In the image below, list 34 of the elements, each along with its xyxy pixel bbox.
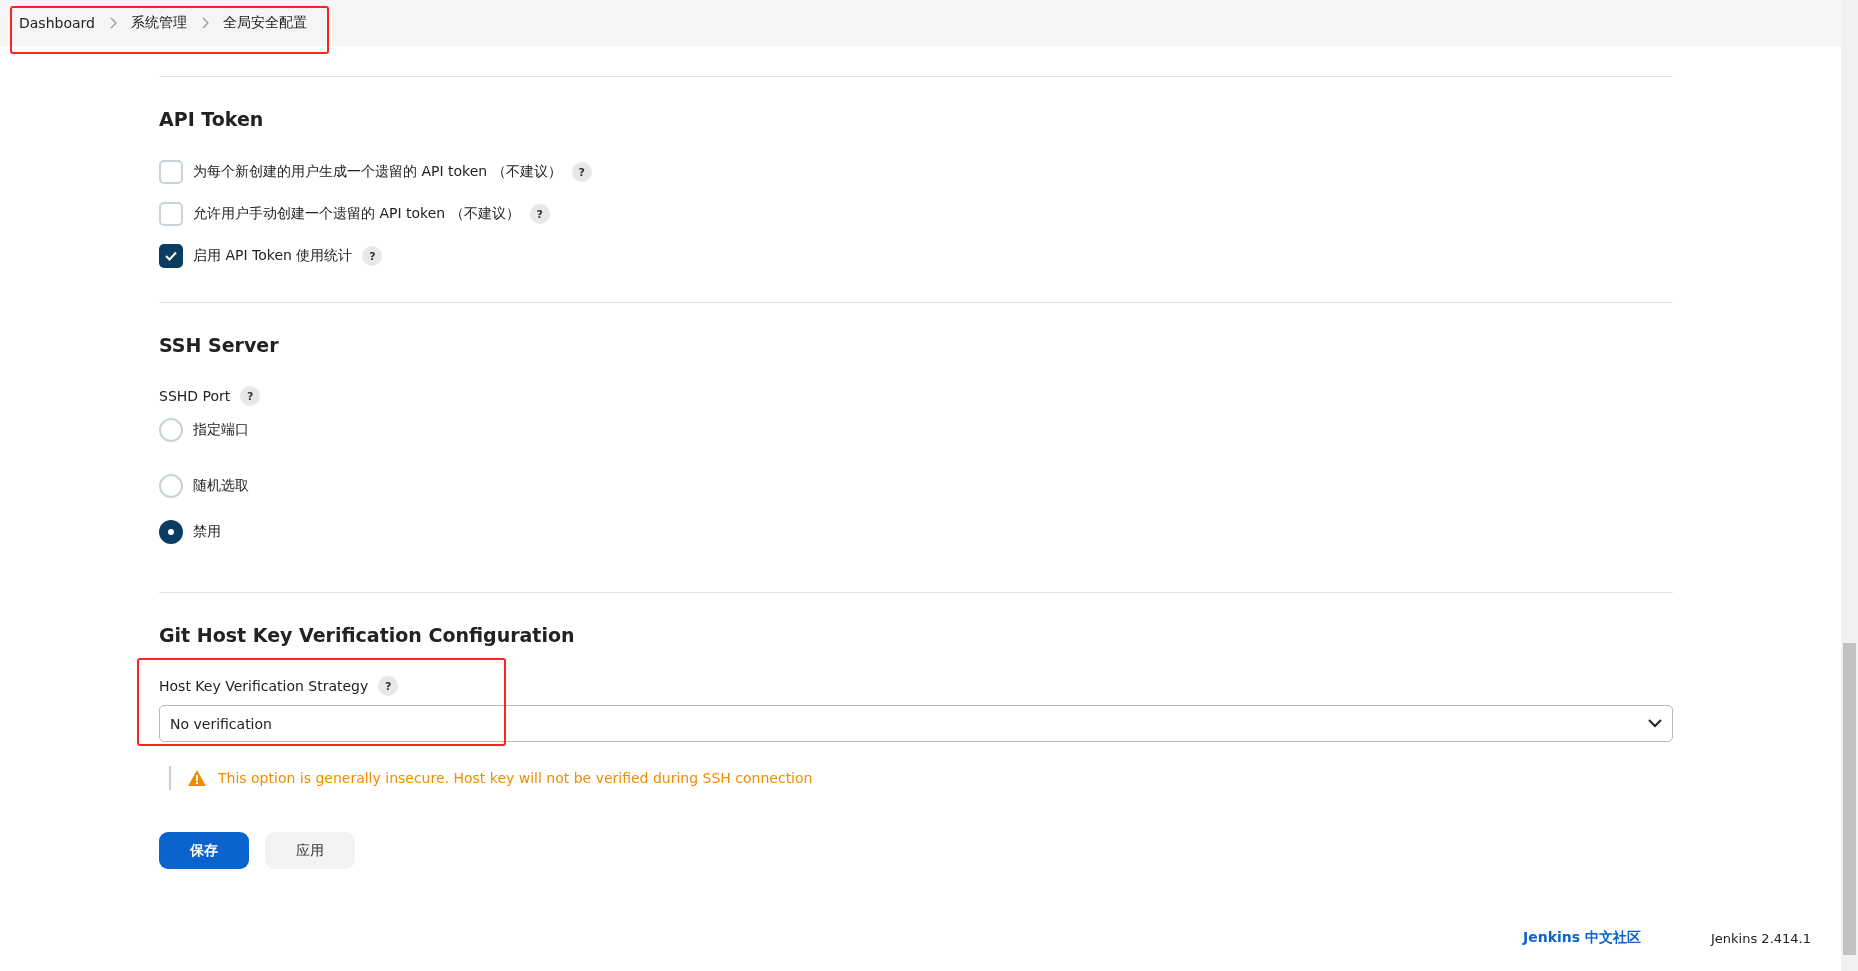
help-icon[interactable]: ? — [571, 162, 592, 182]
section-heading: Git Host Key Verification Configuration — [159, 623, 576, 648]
warning-text: This option is generally insecure. Host key will not be verified during SSH connection — [218, 770, 813, 786]
strategy-select[interactable]: No verification — [159, 705, 1673, 742]
checkbox-label: 为每个新创建的用户生成一个遗留的 API token （不建议） — [193, 163, 562, 181]
breadcrumb-link[interactable]: 系统管理 — [130, 14, 187, 32]
checkbox[interactable] — [159, 244, 183, 268]
community-link[interactable]: Jenkins 中文社区 — [1523, 929, 1641, 947]
help-icon[interactable]: ? — [362, 246, 383, 266]
check-icon — [165, 251, 177, 261]
checkbox-label: 启用 API Token 使用统计 — [193, 247, 353, 265]
checkbox-label: 允许用户手动创建一个遗留的 API token （不建议） — [193, 205, 520, 223]
help-icon[interactable]: ? — [529, 204, 550, 224]
section-heading: SSH Server — [159, 333, 280, 358]
radio-label: 禁用 — [193, 523, 221, 541]
breadcrumb-link[interactable]: 全局安全配置 — [222, 14, 307, 32]
chevron-icon — [108, 17, 117, 29]
chevron-down-icon — [1648, 719, 1662, 728]
warning-icon — [188, 770, 206, 786]
radio-label: 随机选取 — [193, 477, 249, 495]
scrollbar-thumb[interactable] — [1843, 643, 1856, 955]
radio-label: 指定端口 — [193, 421, 249, 439]
help-icon[interactable]: ? — [378, 676, 399, 696]
help-icon[interactable]: ? — [240, 386, 261, 406]
section-heading: API Token — [159, 107, 265, 132]
radio-button[interactable] — [159, 520, 183, 544]
version-text: Jenkins 2.414.1 — [1711, 930, 1811, 946]
field-label: Host Key Verification Strategy — [159, 678, 369, 694]
scrollbar[interactable] — [1841, 0, 1858, 971]
chevron-icon — [200, 17, 209, 29]
apply-button[interactable]: 应用 — [265, 832, 355, 869]
breadcrumb-link[interactable]: Dashboard — [19, 15, 95, 31]
field-label: SSHD Port — [159, 388, 231, 404]
save-button[interactable]: 保存 — [159, 832, 249, 869]
